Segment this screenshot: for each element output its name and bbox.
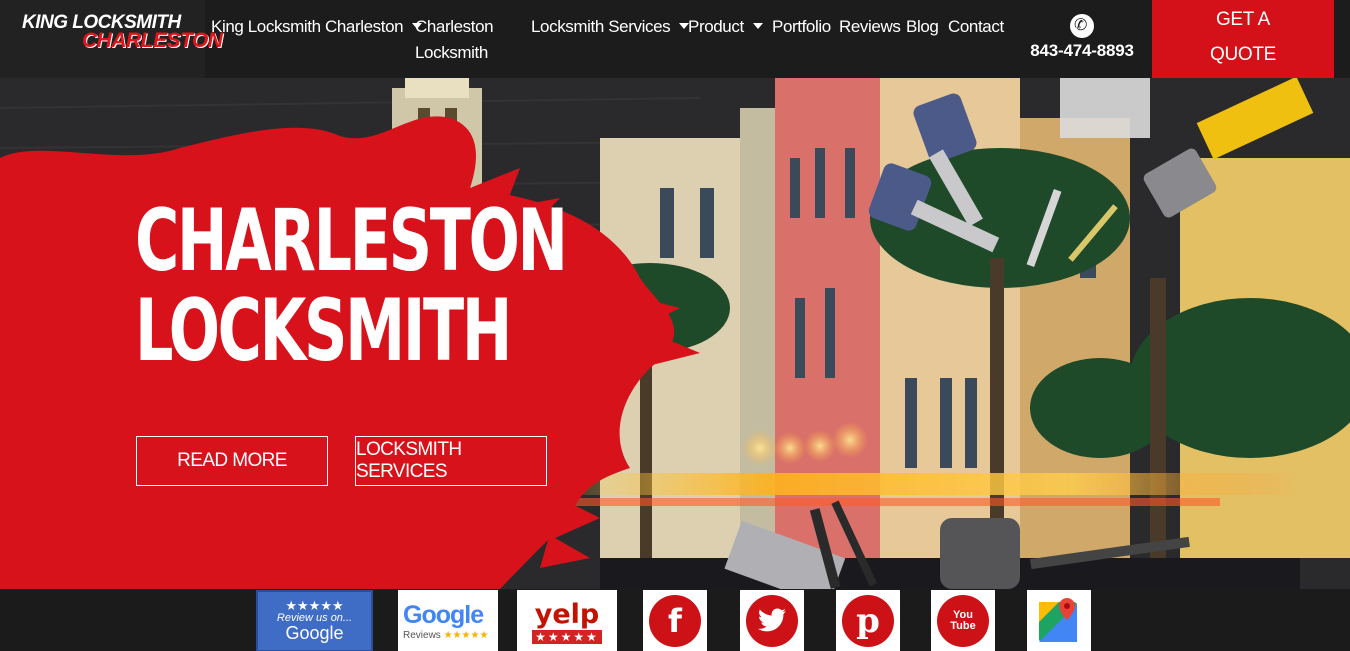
- yelp-logo-text: yelp: [534, 598, 600, 630]
- nav-blog[interactable]: Blog: [906, 14, 939, 40]
- nav-item-label: King Locksmith Charleston: [211, 17, 404, 36]
- get-a-quote-button[interactable]: Get a Quote: [1152, 0, 1334, 78]
- phone-link[interactable]: 843-474-8893: [1026, 14, 1138, 61]
- brand-logo[interactable]: King Locksmith Charleston: [0, 0, 223, 78]
- phone-icon: [1070, 14, 1094, 38]
- youtube-icon: You Tube: [937, 595, 989, 647]
- twitter-link[interactable]: [740, 590, 804, 651]
- google-logo-text: Google: [403, 601, 484, 629]
- google-maps-link[interactable]: [1027, 590, 1091, 651]
- badge-stars: ★★★★★: [285, 597, 344, 613]
- google-reviews-label: Reviews ★★★★★: [403, 630, 488, 641]
- nav-item-label: Product: [688, 17, 744, 36]
- chevron-down-icon: [752, 22, 763, 29]
- google-review-badge[interactable]: ★★★★★ Review us on... Google: [256, 590, 373, 651]
- nav-item-label: Portfolio: [772, 17, 831, 36]
- nav-item-label: Blog: [906, 17, 939, 36]
- logo-text-bottom: Charleston: [82, 29, 223, 52]
- pinterest-icon: p: [842, 595, 894, 647]
- google-maps-icon: [1039, 598, 1077, 642]
- nav-charleston-locksmith[interactable]: Charleston Locksmith: [415, 14, 494, 66]
- twitter-icon: [746, 595, 798, 647]
- youtube-link[interactable]: You Tube: [931, 590, 995, 651]
- quote-label-line2: Quote: [1209, 44, 1277, 65]
- locksmith-services-button[interactable]: LOCKSMITH SERVICES: [355, 436, 547, 486]
- phone-number: 843-474-8893: [1030, 41, 1134, 60]
- nav-contact[interactable]: Contact: [948, 14, 1004, 40]
- youtube-label: You Tube: [950, 609, 976, 632]
- hero-title-line2: LOCKSMITH: [135, 281, 512, 381]
- quote-label-line1: Get a: [1215, 9, 1271, 30]
- badge-google-word: Google: [285, 623, 344, 644]
- facebook-link[interactable]: f: [643, 590, 707, 651]
- yelp-stars: ★★★★★: [532, 629, 602, 644]
- google-reviews-stars: ★★★★★: [443, 630, 489, 641]
- facebook-icon: f: [649, 595, 701, 647]
- site-header: King Locksmith Charleston King Locksmith…: [0, 0, 1350, 78]
- nav-king-locksmith-charleston[interactable]: King Locksmith Charleston: [211, 14, 423, 40]
- hero-title-line1: CHARLESTON: [135, 191, 568, 291]
- nav-locksmith-services[interactable]: Locksmith Services: [531, 14, 690, 40]
- review-social-bar: ★★★★★ Review us on... Google Google Revi…: [0, 589, 1350, 651]
- nav-item-label: Contact: [948, 17, 1004, 36]
- pinterest-link[interactable]: p: [836, 590, 900, 651]
- yelp-badge[interactable]: yelp ★★★★★: [517, 590, 617, 651]
- nav-item-label: Locksmith Services: [531, 17, 671, 36]
- hero-banner: CHARLESTON LOCKSMITH READ MORE LOCKSMITH…: [0, 78, 1350, 589]
- google-reviews-sub: Reviews: [403, 630, 441, 641]
- nav-item-label: Reviews: [839, 17, 901, 36]
- nav-portfolio[interactable]: Portfolio: [772, 14, 831, 40]
- nav-item-label: Charleston: [415, 17, 494, 36]
- google-reviews-badge[interactable]: Google Reviews ★★★★★: [398, 590, 498, 651]
- nav-product[interactable]: Product: [688, 14, 763, 40]
- nav-reviews[interactable]: Reviews: [839, 14, 901, 40]
- read-more-button[interactable]: READ MORE: [136, 436, 328, 486]
- nav-item-label-line2: Locksmith: [415, 43, 488, 62]
- hero-title: CHARLESTON LOCKSMITH: [135, 191, 568, 381]
